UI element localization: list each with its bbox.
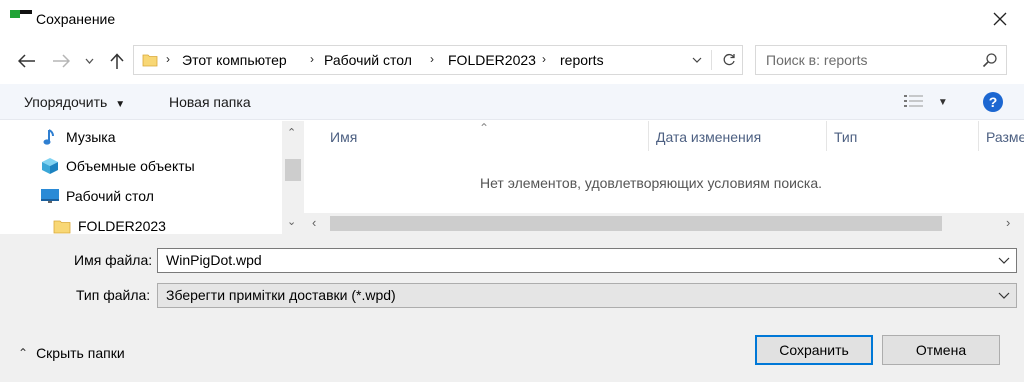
- empty-message: Нет элементов, удовлетворяющих условиям …: [480, 175, 823, 191]
- file-list: ⌃ Имя Дата изменения Тип Размер Нет элем…: [304, 121, 1024, 234]
- close-icon: [993, 12, 1007, 26]
- 3d-objects-icon: [40, 157, 60, 175]
- refresh-button[interactable]: [718, 49, 740, 71]
- scrollbar-thumb[interactable]: [285, 159, 301, 181]
- app-icon: [10, 10, 32, 18]
- column-header-date-modified[interactable]: Дата изменения: [656, 129, 761, 145]
- save-options-panel: Имя файла: WinPigDot.wpd Тип файла: Збер…: [0, 234, 1024, 382]
- address-bar[interactable]: › Этот компьютер › Рабочий стол › FOLDER…: [133, 45, 743, 75]
- up-button[interactable]: [104, 48, 130, 74]
- details-view-icon: [904, 95, 923, 107]
- breadcrumb-this-pc[interactable]: Этот компьютер: [182, 52, 287, 68]
- music-icon: [40, 128, 60, 146]
- filename-input[interactable]: WinPigDot.wpd: [166, 252, 262, 268]
- caret-down-icon: ▼: [115, 99, 126, 110]
- save-button[interactable]: Сохранить: [755, 335, 873, 365]
- new-folder-button[interactable]: Новая папка: [169, 94, 251, 110]
- view-options-button[interactable]: ▼: [904, 94, 948, 111]
- breadcrumb-reports[interactable]: reports: [560, 52, 604, 68]
- breadcrumb-separator-icon: ›: [310, 52, 314, 66]
- search-icon[interactable]: [982, 52, 998, 68]
- hide-folders-button[interactable]: ⌃ Скрыть папки: [18, 345, 125, 361]
- column-divider[interactable]: [648, 121, 649, 151]
- title-bar: Сохранение: [0, 0, 1024, 38]
- search-input[interactable]: Поиск в: reports: [766, 52, 867, 68]
- sidebar-item-label: Объемные объекты: [66, 158, 195, 174]
- breadcrumb-separator-icon: ›: [166, 52, 170, 66]
- horizontal-scrollbar[interactable]: ‹ ›: [304, 213, 1024, 234]
- filetype-label: Тип файла:: [76, 287, 151, 303]
- sidebar-item-3d-objects[interactable]: Объемные объекты: [40, 153, 195, 179]
- scroll-down-icon[interactable]: ⌄: [287, 215, 296, 228]
- cancel-button[interactable]: Отмена: [882, 335, 1000, 365]
- sidebar-item-label: Музыка: [66, 129, 116, 145]
- divider: [711, 50, 712, 70]
- window-title: Сохранение: [36, 11, 116, 27]
- folder-icon: [52, 217, 72, 235]
- desktop-icon: [40, 187, 60, 205]
- sidebar-item-desktop[interactable]: Рабочий стол: [40, 183, 154, 209]
- sidebar-item-music[interactable]: Музыка: [40, 124, 116, 150]
- sidebar-scrollbar[interactable]: ⌃ ⌄: [282, 121, 304, 234]
- column-header-size[interactable]: Размер: [986, 129, 1024, 145]
- sidebar-item-label: Рабочий стол: [66, 188, 154, 204]
- chevron-down-icon[interactable]: [998, 288, 1010, 302]
- address-history-dropdown-icon[interactable]: [692, 52, 702, 68]
- chevron-down-icon[interactable]: [998, 253, 1010, 267]
- navigation-pane: Музыка Объемные объекты Рабочий стол FOL…: [0, 121, 304, 234]
- sidebar-item-label: FOLDER2023: [78, 218, 166, 234]
- chevron-up-icon: ⌃: [18, 346, 29, 360]
- column-divider[interactable]: [826, 121, 827, 151]
- folder-icon: [142, 54, 158, 67]
- organize-button[interactable]: Упорядочить ▼: [24, 94, 125, 110]
- filetype-value: Зберегти примітки доставки (*.wpd): [166, 287, 396, 303]
- filename-field[interactable]: WinPigDot.wpd: [157, 248, 1017, 273]
- caret-down-icon: ▼: [937, 97, 948, 108]
- filetype-select[interactable]: Зберегти примітки доставки (*.wpd): [157, 283, 1017, 308]
- back-arrow-icon: [18, 54, 35, 68]
- breadcrumb-folder2023[interactable]: FOLDER2023: [448, 52, 536, 68]
- search-box[interactable]: Поиск в: reports: [755, 45, 1007, 75]
- column-divider[interactable]: [978, 121, 979, 151]
- column-header-name[interactable]: Имя: [330, 129, 357, 145]
- breadcrumb-separator-icon: ›: [430, 52, 434, 66]
- breadcrumb-desktop[interactable]: Рабочий стол: [324, 52, 412, 68]
- up-arrow-icon: [110, 52, 124, 69]
- scroll-left-icon[interactable]: ‹: [312, 215, 316, 230]
- column-header-type[interactable]: Тип: [834, 129, 857, 145]
- hide-folders-label: Скрыть папки: [36, 345, 125, 361]
- recent-locations-button[interactable]: [80, 48, 98, 74]
- forward-button[interactable]: [48, 48, 74, 74]
- refresh-icon: [723, 53, 735, 66]
- breadcrumb-separator-icon: ›: [542, 52, 546, 66]
- organize-label: Упорядочить: [24, 94, 108, 110]
- back-button[interactable]: [14, 48, 40, 74]
- scroll-right-icon[interactable]: ›: [1006, 215, 1010, 230]
- sort-ascending-icon: ⌃: [479, 121, 490, 135]
- command-bar: Упорядочить ▼ Новая папка ▼ ?: [0, 84, 1024, 120]
- filename-label: Имя файла:: [74, 252, 153, 268]
- close-button[interactable]: [980, 4, 1020, 34]
- help-button[interactable]: ?: [983, 92, 1003, 112]
- scrollbar-thumb[interactable]: [330, 216, 942, 231]
- chevron-down-icon: [85, 58, 93, 64]
- scroll-up-icon[interactable]: ⌃: [287, 126, 296, 139]
- forward-arrow-icon: [53, 54, 70, 68]
